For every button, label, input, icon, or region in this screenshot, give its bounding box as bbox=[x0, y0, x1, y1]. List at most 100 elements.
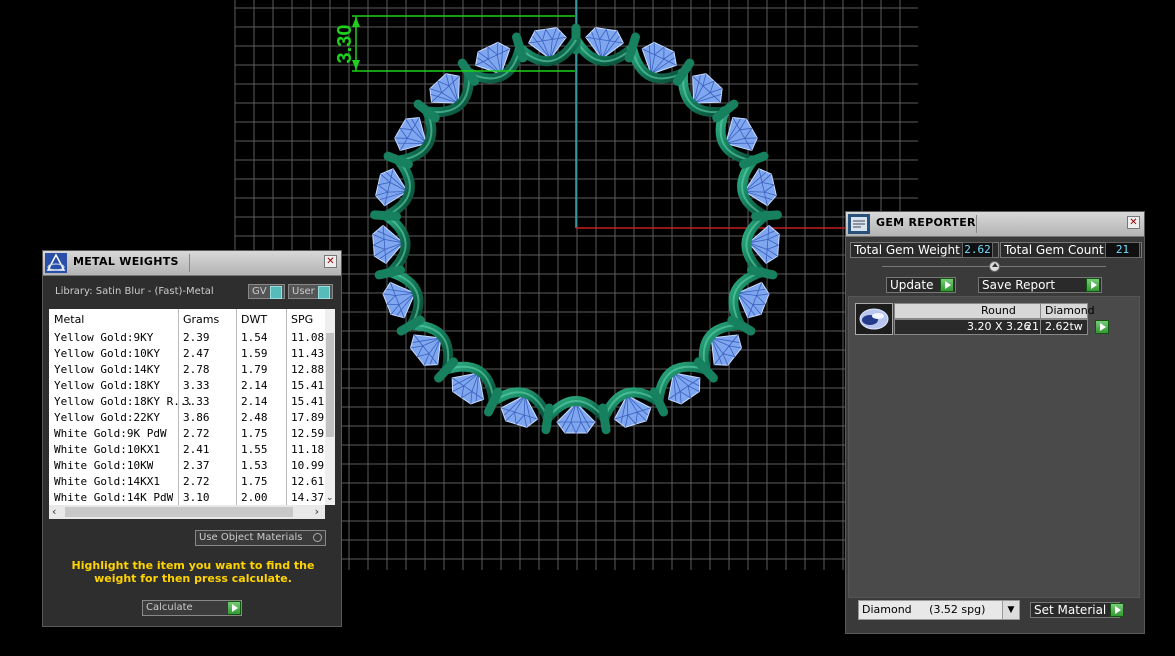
table-header: Metal Grams DWT SPG bbox=[49, 309, 325, 329]
col-grams[interactable]: Grams bbox=[183, 313, 219, 326]
cell-grams: 2.72 bbox=[183, 475, 210, 488]
prong[interactable] bbox=[413, 99, 440, 123]
hscroll-thumb[interactable] bbox=[65, 507, 293, 517]
metal-weights-title: METAL WEIGHTS bbox=[73, 255, 179, 268]
prong[interactable] bbox=[512, 32, 528, 63]
cell-spg: 12.59 bbox=[291, 427, 325, 440]
gem-thumbnail[interactable] bbox=[855, 303, 893, 335]
scroll-down-icon[interactable]: ⌄ bbox=[326, 493, 334, 503]
cell-metal: White Gold:10KX1 bbox=[54, 443, 160, 456]
scrollbar-thumb[interactable] bbox=[326, 333, 334, 437]
cell-dwt: 1.55 bbox=[241, 443, 268, 456]
prong[interactable] bbox=[374, 265, 405, 280]
total-gem-weight-label: Total Gem Weight bbox=[854, 243, 960, 257]
calculate-label: Calculate bbox=[146, 602, 193, 613]
radio-icon bbox=[313, 533, 322, 542]
table-row[interactable]: White Gold:9K PdW 2.72 1.75 12.59 bbox=[49, 426, 325, 442]
cell-dwt: 2.48 bbox=[241, 411, 268, 424]
table-row[interactable]: Yellow Gold:18KY R... 3.33 2.14 15.41 bbox=[49, 394, 325, 410]
cell-metal: White Gold:10KW bbox=[54, 459, 154, 472]
cell-grams: 3.33 bbox=[183, 379, 210, 392]
user-toggle-indicator bbox=[318, 286, 330, 299]
prong[interactable] bbox=[434, 357, 459, 383]
table-row[interactable]: Yellow Gold:9KY 2.39 1.54 11.08 bbox=[49, 330, 325, 346]
cell-dwt: 1.59 bbox=[241, 347, 268, 360]
cell-metal: Yellow Gold:18KY bbox=[54, 379, 160, 392]
prong[interactable] bbox=[747, 265, 778, 280]
gv-toggle[interactable]: GV bbox=[248, 284, 285, 299]
update-go-icon[interactable] bbox=[940, 278, 954, 292]
metal-weights-panel: METAL WEIGHTS ✕ Library: Satin Blur - (F… bbox=[42, 250, 342, 627]
calculate-go-icon[interactable] bbox=[227, 601, 241, 615]
cell-metal: Yellow Gold:22KY bbox=[54, 411, 160, 424]
save-report-button[interactable]: Save Report bbox=[978, 277, 1102, 293]
gem-data-row[interactable]: 3.20 X 3.26 21 2.62tw bbox=[894, 319, 1088, 335]
gem-reporter-titlebar[interactable]: GEM REPORTER ✕ bbox=[846, 212, 1144, 237]
prong[interactable] bbox=[457, 58, 480, 86]
gem-reporter-panel: GEM REPORTER ✕ Total Gem Weight 2.62 Tot… bbox=[845, 211, 1145, 634]
instruction-text: Highlight the item you want to find the … bbox=[71, 559, 315, 585]
close-icon[interactable]: ✕ bbox=[1127, 216, 1140, 229]
table-row[interactable]: White Gold:10KW 2.37 1.53 10.99 bbox=[49, 458, 325, 474]
table-vertical-scrollbar[interactable]: ⌄ bbox=[325, 309, 335, 505]
round-gem-icon bbox=[859, 308, 889, 330]
gv-label: GV bbox=[252, 286, 267, 297]
table-row[interactable]: White Gold:14KX1 2.72 1.75 12.61 bbox=[49, 474, 325, 490]
cell-spg: 15.41 bbox=[291, 395, 325, 408]
table-row[interactable]: Yellow Gold:10KY 2.47 1.59 11.43 bbox=[49, 346, 325, 362]
prong[interactable] bbox=[712, 99, 739, 123]
material-select[interactable]: Diamond (3.52 spg) ▼ bbox=[858, 600, 1020, 620]
gem-header-row: Round Diamond bbox=[894, 303, 1095, 319]
table-row[interactable]: White Gold:10KX1 2.41 1.55 11.18 bbox=[49, 442, 325, 458]
prong[interactable] bbox=[693, 357, 718, 383]
cell-grams: 3.86 bbox=[183, 411, 210, 424]
close-icon[interactable]: ✕ bbox=[324, 255, 337, 268]
cell-spg: 17.89 bbox=[291, 411, 325, 424]
gem-row-go-icon[interactable] bbox=[1095, 320, 1109, 334]
total-gem-count-label: Total Gem Count bbox=[1004, 243, 1104, 257]
table-horizontal-scrollbar[interactable]: ‹ › bbox=[49, 505, 325, 519]
total-gem-count-value: 21 bbox=[1105, 242, 1140, 258]
cell-dwt: 1.75 bbox=[241, 427, 268, 440]
table-row[interactable]: Yellow Gold:14KY 2.78 1.79 12.88 bbox=[49, 362, 325, 378]
metal-weights-table[interactable]: Metal Grams DWT SPG Yellow Gold:9KY 2.39 1… bbox=[49, 309, 335, 505]
cell-grams: 2.72 bbox=[183, 427, 210, 440]
user-toggle[interactable]: User bbox=[288, 284, 333, 299]
prong[interactable] bbox=[624, 32, 640, 63]
cell-spg: 15.41 bbox=[291, 379, 325, 392]
col-spg[interactable]: SPG bbox=[291, 313, 313, 326]
cell-grams: 3.10 bbox=[183, 491, 210, 504]
prong[interactable] bbox=[541, 403, 554, 435]
prong[interactable] bbox=[672, 58, 695, 86]
metal-weights-titlebar[interactable]: METAL WEIGHTS ✕ bbox=[43, 251, 341, 276]
table-row[interactable]: White Gold:14K PdW 3.10 2.00 14.37 bbox=[49, 490, 325, 505]
cell-dwt: 2.00 bbox=[241, 491, 268, 504]
prong[interactable] bbox=[751, 210, 782, 221]
save-report-go-icon[interactable] bbox=[1086, 278, 1100, 292]
cell-grams: 2.37 bbox=[183, 459, 210, 472]
cell-spg: 10.99 bbox=[291, 459, 325, 472]
set-material-button[interactable]: Set Material bbox=[1030, 602, 1120, 618]
prong[interactable] bbox=[370, 210, 401, 221]
col-metal[interactable]: Metal bbox=[54, 313, 84, 326]
cell-metal: White Gold:14KX1 bbox=[54, 475, 160, 488]
cell-spg: 11.43 bbox=[291, 347, 325, 360]
scroll-left-icon[interactable]: ‹ bbox=[52, 505, 56, 518]
collapse-icon[interactable] bbox=[989, 261, 1000, 272]
prong[interactable] bbox=[598, 403, 611, 435]
cell-grams: 2.41 bbox=[183, 443, 210, 456]
use-object-materials-toggle[interactable]: Use Object Materials bbox=[195, 530, 326, 546]
scroll-right-icon[interactable]: › bbox=[315, 505, 319, 518]
cell-grams: 2.78 bbox=[183, 363, 210, 376]
gem-count: 21 bbox=[1025, 320, 1039, 333]
col-dwt[interactable]: DWT bbox=[241, 313, 267, 326]
cell-spg: 14.37 bbox=[291, 491, 325, 504]
gv-toggle-indicator bbox=[270, 286, 282, 299]
cell-metal: Yellow Gold:18KY R... bbox=[54, 395, 194, 408]
cell-metal: White Gold:9K PdW bbox=[54, 427, 167, 440]
cell-grams: 2.47 bbox=[183, 347, 210, 360]
table-row[interactable]: Yellow Gold:22KY 3.86 2.48 17.89 bbox=[49, 410, 325, 426]
set-material-go-icon[interactable] bbox=[1110, 603, 1124, 617]
chevron-down-icon[interactable]: ▼ bbox=[1002, 601, 1019, 619]
table-row[interactable]: Yellow Gold:18KY 3.33 2.14 15.41 bbox=[49, 378, 325, 394]
